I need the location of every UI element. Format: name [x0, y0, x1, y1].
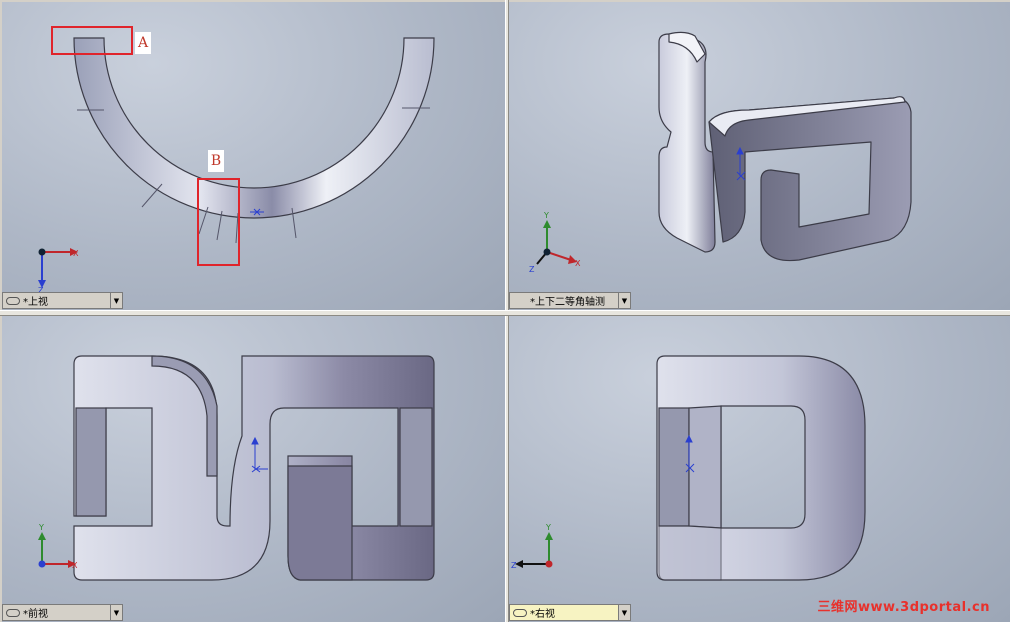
triad-icon: Y Z [511, 523, 553, 570]
chevron-down-icon[interactable]: ▼ [618, 293, 630, 308]
view-orientation-select-isometric[interactable]: *上下二等角轴测 ▼ [509, 292, 631, 309]
part-clip-right[interactable] [656, 355, 866, 581]
viewport-right[interactable]: Y Z *右视 ▼ [509, 316, 1010, 622]
svg-text:X: X [73, 249, 79, 258]
view-orientation-select-right[interactable]: *右视 ▼ [509, 604, 631, 621]
callout-label-b: B [208, 150, 224, 172]
svg-text:X: X [575, 259, 581, 268]
view-link-icon [6, 608, 20, 617]
chevron-down-icon[interactable]: ▼ [110, 605, 122, 620]
view-link-icon [6, 296, 20, 305]
viewport-splitter-horizontal[interactable] [0, 310, 1010, 316]
viewport-front[interactable]: Y X *前视 ▼ [2, 316, 505, 622]
svg-text:Z: Z [529, 265, 535, 274]
viewport-isometric[interactable]: Y X Z *上下二等角轴测 ▼ [509, 2, 1010, 310]
svg-text:Y: Y [38, 523, 44, 532]
svg-text:Y: Y [543, 211, 549, 220]
part-clip-isometric[interactable] [658, 31, 912, 262]
viewport-top[interactable]: X Z A B *上视 ▼ [2, 2, 505, 310]
svg-text:Z: Z [511, 561, 517, 570]
triad-icon: Y X [38, 523, 78, 570]
svg-text:Y: Y [545, 523, 551, 532]
chevron-down-icon[interactable]: ▼ [110, 293, 122, 308]
view-orientation-select-top[interactable]: *上视 ▼ [2, 292, 123, 309]
callout-label-a: A [135, 32, 151, 54]
svg-text:X: X [72, 561, 78, 570]
watermark: 三维网www.3dportal.cn [817, 600, 990, 615]
triad-icon: Y X Z [529, 211, 581, 274]
triad-icon: X Z [38, 248, 79, 295]
view-link-icon [513, 608, 527, 617]
chevron-down-icon[interactable]: ▼ [618, 605, 630, 620]
view-orientation-select-front[interactable]: *前视 ▼ [2, 604, 123, 621]
